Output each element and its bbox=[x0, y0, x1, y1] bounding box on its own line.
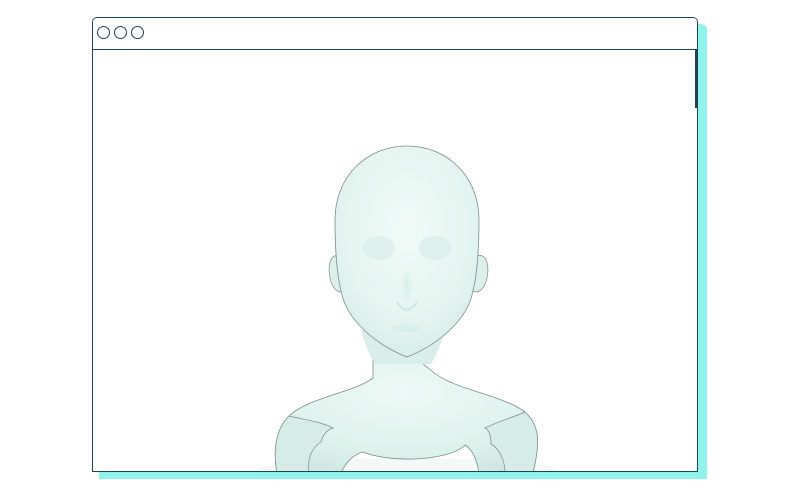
window-controls bbox=[97, 26, 144, 39]
avatar-figure bbox=[256, 145, 558, 471]
close-control-icon[interactable] bbox=[97, 26, 110, 39]
viewport-3d[interactable] bbox=[93, 50, 697, 471]
right-eye-socket bbox=[419, 236, 451, 260]
title-bar bbox=[93, 18, 697, 50]
scrollbar[interactable] bbox=[694, 50, 697, 471]
scrollbar-thumb[interactable] bbox=[695, 50, 697, 108]
mouth-area bbox=[393, 324, 421, 332]
minimize-control-icon[interactable] bbox=[114, 26, 127, 39]
maximize-control-icon[interactable] bbox=[131, 26, 144, 39]
left-eye-socket bbox=[363, 236, 395, 260]
stage bbox=[0, 0, 800, 500]
browser-window bbox=[92, 17, 698, 472]
torso bbox=[274, 347, 539, 471]
